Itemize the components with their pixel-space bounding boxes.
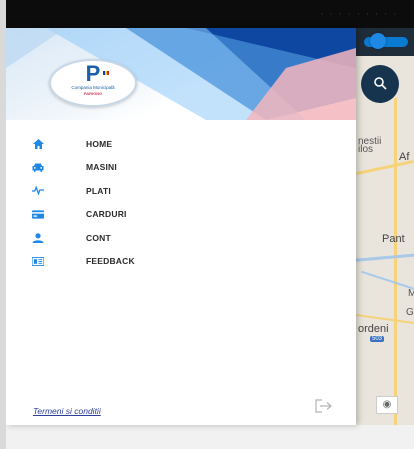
menu-item-plati[interactable]: PLATI xyxy=(6,179,356,203)
app-frame: · · · · · · · · · nestii ilos Af Pant M … xyxy=(6,0,414,449)
map-place-label: M xyxy=(408,288,414,299)
activity-icon xyxy=(32,185,44,197)
flag-icon xyxy=(103,71,109,75)
map-river xyxy=(361,270,414,292)
map-road xyxy=(394,98,397,425)
location-icon: ◉ xyxy=(382,399,392,410)
menu-item-label: FEEDBACK xyxy=(86,256,135,267)
car-icon xyxy=(32,161,44,173)
road-shield: 503 xyxy=(370,336,385,342)
navigation-drawer: P Compania Municipală PARKING HOME MASIN… xyxy=(6,28,356,425)
map-view[interactable]: nestii ilos Af Pant M Gl ordeni 503 ◉ xyxy=(356,28,414,425)
home-icon xyxy=(32,138,44,150)
status-indicators: · · · · · · · · · xyxy=(320,10,398,19)
map-place-label: Pant xyxy=(382,233,405,245)
terms-link[interactable]: Termeni si conditii xyxy=(33,406,101,416)
map-place-label: ilos xyxy=(358,144,374,155)
menu-item-feedback[interactable]: FEEDBACK xyxy=(6,250,356,274)
menu-item-label: CARDURI xyxy=(86,209,127,220)
feedback-icon xyxy=(32,255,44,267)
menu-item-label: MASINI xyxy=(86,162,117,173)
logo-product-name: PARKING xyxy=(83,91,103,96)
credit-card-icon xyxy=(32,208,44,220)
menu-item-cont[interactable]: CONT xyxy=(6,226,356,250)
menu-item-label: HOME xyxy=(86,138,113,149)
menu-item-home[interactable]: HOME xyxy=(6,132,356,156)
map-place-label: Af xyxy=(399,151,410,163)
menu-item-label: CONT xyxy=(86,232,111,243)
logo-letter: P xyxy=(85,61,101,86)
map-toggle-knob[interactable] xyxy=(370,33,386,49)
company-logo: P Compania Municipală PARKING xyxy=(49,59,137,107)
bottom-bar xyxy=(6,425,414,449)
map-top-bar xyxy=(356,28,414,56)
logout-icon[interactable] xyxy=(315,399,333,413)
drawer-menu: HOME MASINI PLATI CARDURI CONT FEEDBACK xyxy=(6,132,356,273)
map-location-button[interactable]: ◉ xyxy=(376,396,398,414)
menu-item-carduri[interactable]: CARDURI xyxy=(6,203,356,227)
status-bar: · · · · · · · · · xyxy=(6,0,414,28)
menu-item-masini[interactable]: MASINI xyxy=(6,156,356,180)
menu-item-label: PLATI xyxy=(86,185,111,196)
drawer-header: P Compania Municipală PARKING xyxy=(6,28,356,120)
search-icon xyxy=(374,77,387,90)
map-place-label: ordeni xyxy=(358,323,389,335)
map-river xyxy=(356,252,414,263)
account-icon xyxy=(32,232,44,244)
map-place-label: Gl xyxy=(406,307,414,318)
